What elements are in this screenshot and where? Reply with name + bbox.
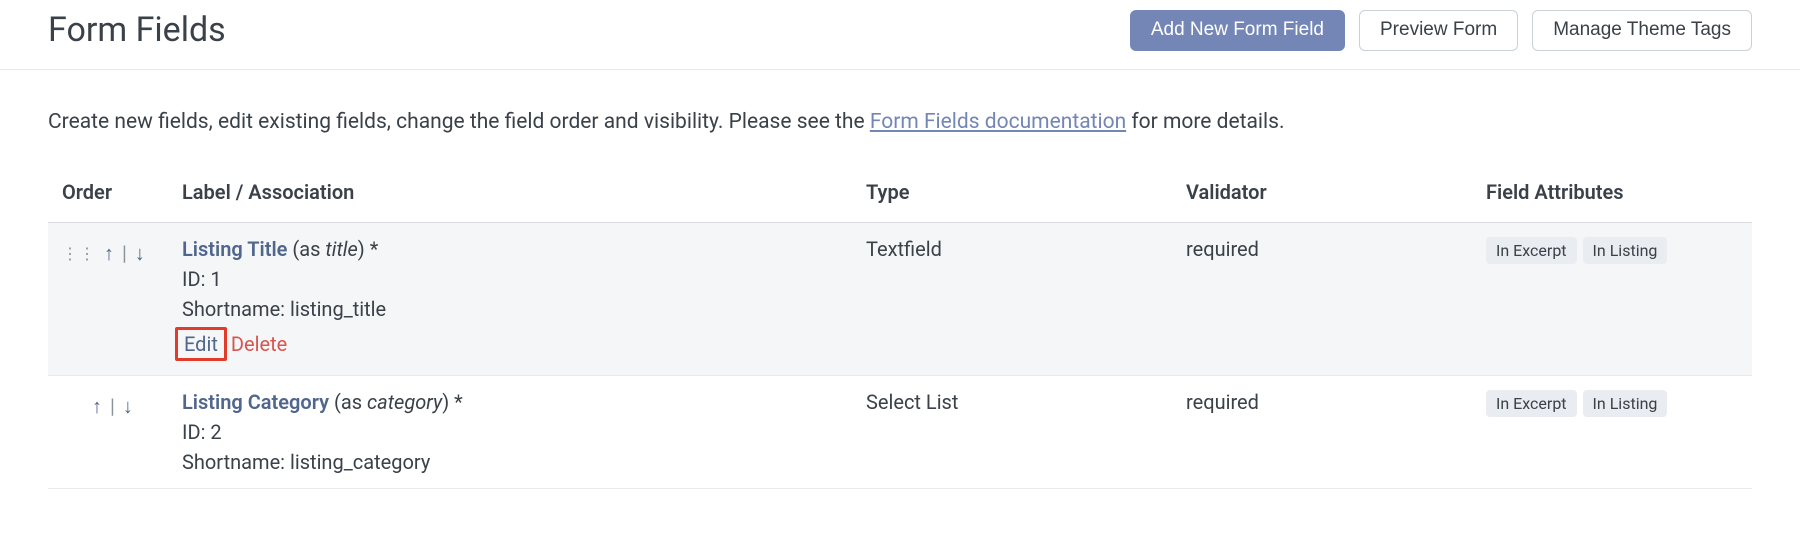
drag-handle-icon[interactable]: ⋮⋮ bbox=[62, 244, 96, 263]
field-validator: required bbox=[1172, 375, 1472, 488]
move-down-icon[interactable]: ↓ bbox=[135, 241, 145, 266]
field-shortname-line: Shortname: listing_category bbox=[182, 450, 838, 474]
attribute-badge: In Listing bbox=[1583, 390, 1668, 417]
move-up-icon[interactable]: ↑ bbox=[92, 394, 102, 419]
intro-text-after: for more details. bbox=[1126, 110, 1284, 134]
manage-theme-tags-button[interactable]: Manage Theme Tags bbox=[1532, 10, 1752, 51]
page-title: Form Fields bbox=[48, 10, 1130, 50]
move-up-icon[interactable]: ↑ bbox=[104, 241, 114, 266]
attribute-badge: In Excerpt bbox=[1486, 390, 1577, 417]
order-separator: | bbox=[110, 394, 115, 418]
column-header-attributes: Field Attributes bbox=[1472, 162, 1752, 223]
field-association: (as title) * bbox=[287, 237, 378, 261]
table-row: ↑ | ↓ Listing Category (as category) * ID:… bbox=[48, 375, 1752, 488]
documentation-link[interactable]: Form Fields documentation bbox=[870, 110, 1126, 134]
edit-link[interactable]: Edit bbox=[184, 332, 218, 356]
field-validator: required bbox=[1172, 222, 1472, 375]
attribute-badge: In Listing bbox=[1583, 237, 1668, 264]
add-new-form-field-button[interactable]: Add New Form Field bbox=[1130, 10, 1345, 51]
preview-form-button[interactable]: Preview Form bbox=[1359, 10, 1518, 51]
header-buttons: Add New Form Field Preview Form Manage T… bbox=[1130, 10, 1752, 51]
column-header-validator: Validator bbox=[1172, 162, 1472, 223]
field-shortname-line: Shortname: listing_title bbox=[182, 297, 838, 321]
field-type: Textfield bbox=[852, 222, 1172, 375]
field-attributes: In ExcerptIn Listing bbox=[1472, 222, 1752, 375]
order-separator: | bbox=[122, 241, 127, 265]
form-fields-table: Order Label / Association Type Validator… bbox=[48, 162, 1752, 489]
intro-text: Create new fields, edit existing fields,… bbox=[0, 70, 1800, 162]
field-association: (as category) * bbox=[329, 390, 463, 414]
column-header-label: Label / Association bbox=[168, 162, 852, 223]
field-type: Select List bbox=[852, 375, 1172, 488]
intro-text-before: Create new fields, edit existing fields,… bbox=[48, 110, 870, 134]
field-label-link[interactable]: Listing Category bbox=[182, 390, 329, 414]
page-header: Form Fields Add New Form Field Preview F… bbox=[0, 0, 1800, 70]
delete-link[interactable]: Delete bbox=[231, 332, 287, 356]
field-label-link[interactable]: Listing Title bbox=[182, 237, 287, 261]
table-body: ⋮⋮ ↑ | ↓ Listing Title (as title) * ID: 1 Sh… bbox=[48, 222, 1752, 488]
move-down-icon[interactable]: ↓ bbox=[123, 394, 133, 419]
attribute-badge: In Excerpt bbox=[1486, 237, 1577, 264]
field-attributes: In ExcerptIn Listing bbox=[1472, 375, 1752, 488]
table-row: ⋮⋮ ↑ | ↓ Listing Title (as title) * ID: 1 Sh… bbox=[48, 222, 1752, 375]
field-id-line: ID: 1 bbox=[182, 267, 838, 291]
field-id-line: ID: 2 bbox=[182, 420, 838, 444]
column-header-order: Order bbox=[48, 162, 168, 223]
column-header-type: Type bbox=[852, 162, 1172, 223]
